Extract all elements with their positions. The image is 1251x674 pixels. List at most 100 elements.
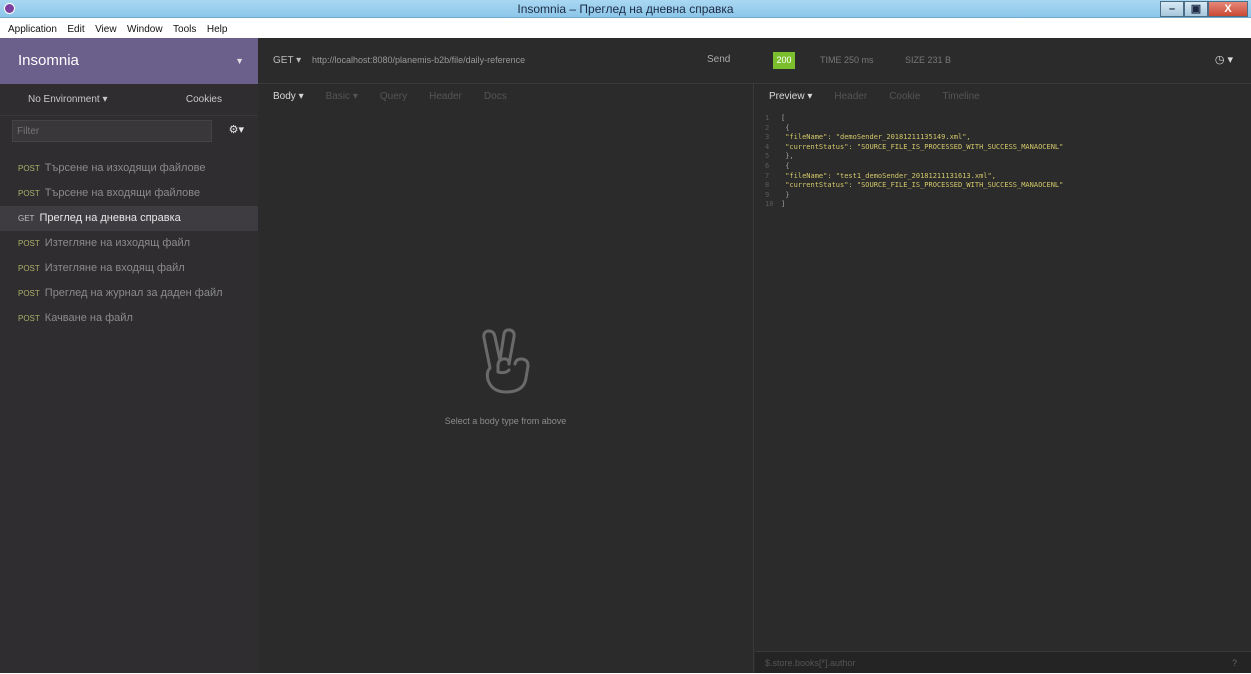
request-method: POST [18, 189, 40, 198]
menu-tools[interactable]: Tools [173, 24, 196, 35]
request-name: Преглед на журнал за даден файл [44, 287, 223, 299]
minimize-button[interactable]: – [1160, 1, 1184, 17]
line-number: 4 [765, 142, 770, 151]
menu-help[interactable]: Help [207, 24, 228, 35]
line-text: { [781, 123, 790, 132]
request-list: POST Търсене на изходящи файлове POST Търс… [0, 156, 258, 331]
response-time: TIME 250 ms [820, 55, 874, 65]
url-bar: GET ▾ Send 200 TIME 250 ms SIZE 231 B ◷ … [258, 38, 1251, 84]
code-line: 5 }, [765, 152, 1063, 162]
request-method: POST [18, 239, 40, 248]
tab-cookie[interactable]: Cookie [889, 91, 920, 102]
chevron-down-icon: ▼ [235, 56, 244, 66]
line-number: 2 [765, 123, 770, 132]
response-tabs: Preview ▾ Header Cookie Timeline [755, 84, 1251, 109]
line-text: } [781, 190, 790, 199]
line-number: 6 [765, 161, 770, 170]
line-number: 7 [765, 171, 770, 180]
tab-auth[interactable]: Basic ▾ [326, 91, 358, 102]
tab-query[interactable]: Query [380, 91, 407, 102]
menu-edit[interactable]: Edit [67, 24, 84, 35]
response-filter-bar[interactable]: $.store.books[*].author ? [755, 651, 1251, 673]
menu-window[interactable]: Window [127, 24, 163, 35]
tab-body[interactable]: Body ▾ [273, 91, 304, 102]
response-pane: Preview ▾ Header Cookie Timeline 1[ 2 { … [755, 84, 1251, 673]
code-line: 2 { [765, 124, 1063, 134]
request-name: Изтегляне на входящ файл [44, 262, 185, 274]
tab-timeline[interactable]: Timeline [942, 91, 979, 102]
code-line: 9 } [765, 191, 1063, 201]
sidebar-filter-input[interactable] [12, 120, 212, 142]
window-title: Insomnia – Преглед на дневна справка [517, 2, 734, 16]
menu-view[interactable]: View [95, 24, 117, 35]
line-text: }, [781, 152, 794, 161]
workspace-name: Insomnia [18, 52, 79, 69]
code-line: 1[ [765, 114, 1063, 124]
line-number: 9 [765, 190, 770, 199]
request-item[interactable]: POST Изтегляне на входящ файл [0, 256, 258, 281]
menu-application[interactable]: Application [8, 24, 57, 35]
line-text: "fileName": "test1_demoSender_2018121113… [781, 171, 996, 180]
code-line: 6 { [765, 162, 1063, 172]
request-item[interactable]: POST Качване на файл [0, 306, 258, 331]
request-method: POST [18, 164, 40, 173]
line-text: "currentStatus": "SOURCE_FILE_IS_PROCESS… [781, 181, 1064, 190]
request-item[interactable]: POST Търсене на входящи файлове [0, 181, 258, 206]
window-titlebar: Insomnia – Преглед на дневна справка – ▣… [0, 0, 1251, 18]
code-line: 10] [765, 200, 1063, 210]
close-button[interactable]: X [1208, 1, 1248, 17]
line-number: 3 [765, 133, 770, 142]
tab-preview[interactable]: Preview ▾ [769, 91, 812, 102]
tab-header[interactable]: Header [429, 91, 462, 102]
method-dropdown[interactable]: GET ▾ [273, 55, 301, 66]
menu-bar: Application Edit View Window Tools Help [0, 19, 1251, 38]
request-tabs: Body ▾ Basic ▾ Query Header Docs [258, 84, 753, 109]
request-pane: Body ▾ Basic ▾ Query Header Docs Select … [258, 84, 754, 673]
peace-hand-icon [481, 328, 529, 394]
environment-dropdown[interactable]: No Environment ▾ [28, 94, 108, 105]
maximize-button[interactable]: ▣ [1184, 1, 1208, 17]
response-json-viewer: 1[ 2 { 3 "fileName": "demoSender_2018121… [765, 114, 1063, 210]
code-line: 7 "fileName": "test1_demoSender_20181211… [765, 172, 1063, 182]
response-size: SIZE 231 B [905, 55, 952, 65]
request-item-active[interactable]: GET Преглед на дневна справка [0, 206, 258, 231]
code-line: 8 "currentStatus": "SOURCE_FILE_IS_PROCE… [765, 181, 1063, 191]
request-name: Изтегляне на изходящ файл [44, 237, 191, 249]
request-name: Търсене на входящи файлове [44, 187, 201, 199]
line-text: "currentStatus": "SOURCE_FILE_IS_PROCESS… [781, 142, 1064, 151]
window-controls: – ▣ X [1160, 1, 1248, 17]
request-method: POST [18, 289, 40, 298]
tab-response-header[interactable]: Header [834, 91, 867, 102]
request-name: Качване на файл [44, 312, 133, 324]
workspace-dropdown[interactable]: Insomnia ▼ [0, 38, 258, 84]
response-filter-input[interactable]: $.store.books[*].author [765, 658, 856, 668]
line-text: "fileName": "demoSender_20181211135149.x… [781, 133, 971, 142]
line-text: ] [781, 200, 786, 209]
code-line: 3 "fileName": "demoSender_20181211135149… [765, 133, 1063, 143]
help-icon[interactable]: ? [1232, 652, 1237, 674]
environment-row: No Environment ▾ Cookies [0, 84, 258, 116]
line-number: 5 [765, 152, 770, 161]
line-number: 10 [765, 200, 774, 209]
add-request-menu-icon[interactable]: ⚙▾ [229, 123, 244, 136]
cookies-button[interactable]: Cookies [186, 94, 222, 105]
request-item[interactable]: POST Търсене на изходящи файлове [0, 156, 258, 181]
app-root: Insomnia ▼ No Environment ▾ Cookies ⚙▾ P… [0, 38, 1251, 673]
send-button[interactable]: Send [707, 54, 730, 65]
status-badge: 200 [773, 52, 795, 69]
url-input[interactable] [312, 55, 702, 65]
request-method: POST [18, 314, 40, 323]
history-menu-icon[interactable]: ◷ ▾ [1215, 53, 1233, 66]
request-name: Преглед на дневна справка [39, 212, 181, 224]
request-item[interactable]: POST Преглед на журнал за даден файл [0, 281, 258, 306]
tab-docs[interactable]: Docs [484, 91, 507, 102]
empty-body-message: Select a body type from above [444, 416, 567, 426]
request-item[interactable]: POST Изтегляне на изходящ файл [0, 231, 258, 256]
line-number: 1 [765, 114, 770, 122]
empty-body-state: Select a body type from above [258, 328, 753, 426]
request-method: GET [18, 214, 35, 223]
request-method: POST [18, 264, 40, 273]
line-number: 8 [765, 181, 770, 190]
line-text: [ [781, 114, 786, 122]
line-text: { [781, 161, 790, 170]
